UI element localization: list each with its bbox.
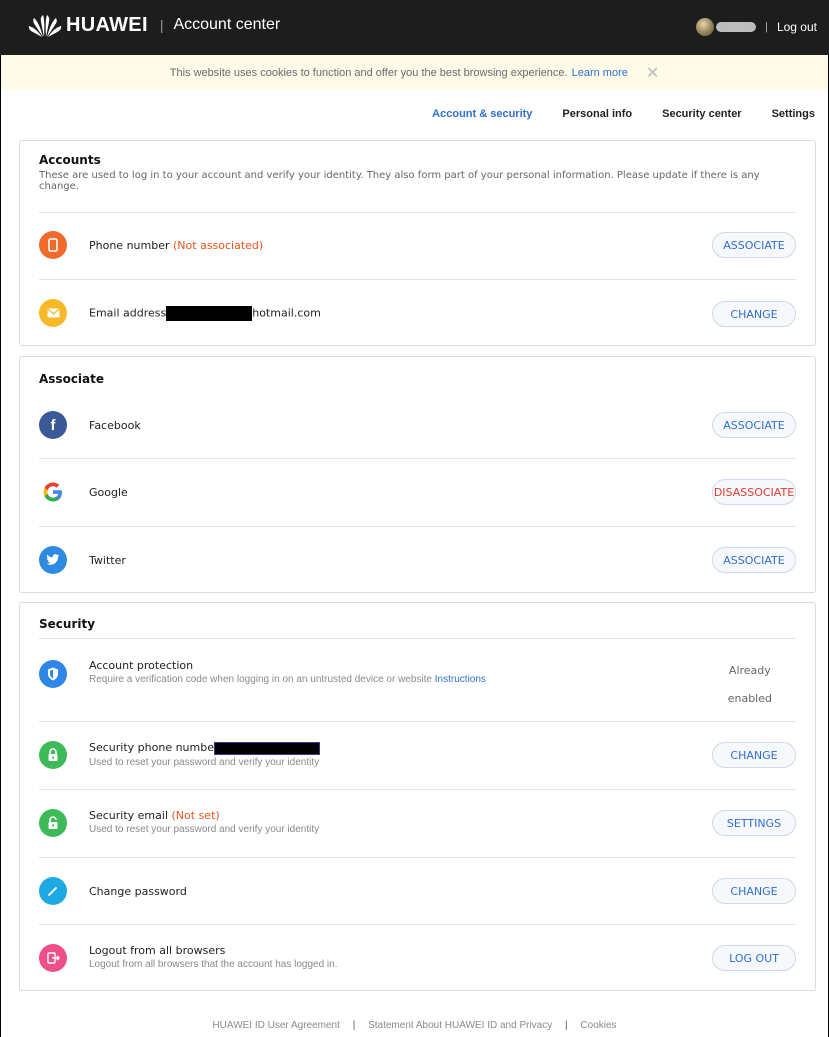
phone-associate-button[interactable]: ASSOCIATE [712, 232, 796, 258]
user-separator: | [765, 21, 768, 33]
google-label: Google [89, 486, 128, 499]
account-protection-label: Account protection [89, 659, 194, 672]
accounts-title: Accounts [39, 153, 101, 167]
footer: HUAWEI ID User Agreement | Statement Abo… [0, 1020, 829, 1031]
divider [39, 789, 796, 790]
security-phone-description: Used to reset your password and verify y… [89, 756, 320, 768]
privacy-statement-link[interactable]: Statement About HUAWEI ID and Privacy [368, 1020, 552, 1031]
tab-settings[interactable]: Settings [772, 108, 815, 120]
security-title: Security [39, 617, 96, 631]
phone-label: Phone number [89, 239, 170, 252]
email-label: Email address [89, 306, 167, 320]
cookie-text: This website uses cookies to function an… [169, 66, 568, 79]
app-title: Account center [173, 16, 281, 33]
status-line-1: Already [728, 664, 771, 677]
unlock-icon [39, 809, 67, 837]
security-email-label: Security email [89, 809, 169, 822]
lock-icon [39, 741, 67, 769]
logout-all-row: Logout from all browsers Logout from all… [39, 943, 796, 973]
google-row: Google DISASSOCIATE [39, 478, 796, 508]
instructions-link[interactable]: Instructions [435, 674, 486, 685]
twitter-associate-button[interactable]: ASSOCIATE [712, 547, 796, 573]
brand-name: HUAWEI [66, 13, 148, 36]
facebook-label: Facebook [89, 419, 141, 432]
top-bar: HUAWEI | Account center | Log out [0, 0, 829, 55]
security-phone-row: Security phone numbe Used to reset your … [39, 740, 796, 770]
learn-more-link[interactable]: Learn more [572, 67, 628, 79]
divider [39, 279, 796, 280]
account-protection-status: Already enabled [728, 657, 772, 713]
security-phone-redacted [214, 741, 320, 755]
google-icon [39, 478, 67, 506]
tab-personal-info[interactable]: Personal info [562, 108, 632, 120]
associate-card: Associate f Facebook ASSOCIATE Google DI… [19, 356, 816, 593]
tab-account-security[interactable]: Account & security [432, 108, 532, 120]
security-email-row: Security email (Not set) Used to reset y… [39, 808, 796, 838]
accounts-card: Accounts These are used to log in to you… [19, 140, 816, 346]
phone-status: (Not associated) [173, 239, 264, 252]
avatar[interactable] [696, 18, 715, 36]
logout-all-button[interactable]: LOG OUT [712, 945, 796, 971]
security-phone-change-button[interactable]: CHANGE [712, 742, 796, 768]
account-protection-description: Require a verification code when logging… [89, 674, 432, 685]
twitter-label: Twitter [89, 554, 126, 567]
email-change-button[interactable]: CHANGE [712, 301, 796, 327]
email-suffix: hotmail.com [252, 306, 321, 320]
cookies-link[interactable]: Cookies [580, 1020, 616, 1031]
facebook-row: f Facebook ASSOCIATE [39, 411, 796, 441]
google-disassociate-button[interactable]: DISASSOCIATE [712, 479, 796, 505]
footer-separator: | [565, 1020, 568, 1031]
divider [39, 458, 796, 459]
brand-separator: | [159, 17, 164, 33]
associate-title: Associate [39, 372, 105, 386]
accounts-description: These are used to log in to your account… [39, 170, 760, 192]
security-email-description: Used to reset your password and verify y… [89, 824, 320, 835]
security-card: Security Account protection Require a ve… [19, 602, 816, 991]
divider [39, 526, 796, 527]
change-password-row: Change password CHANGE [39, 876, 796, 906]
pencil-icon [39, 877, 67, 905]
cookie-notice: This website uses cookies to function an… [1, 55, 828, 90]
divider [39, 857, 796, 858]
account-protection-row: Account protection Require a verificatio… [39, 657, 796, 705]
close-icon[interactable]: ✕ [646, 63, 659, 83]
divider [39, 721, 796, 722]
twitter-row: Twitter ASSOCIATE [39, 546, 796, 576]
change-password-button[interactable]: CHANGE [712, 878, 796, 904]
logout-link[interactable]: Log out [777, 20, 817, 34]
tab-security-center[interactable]: Security center [662, 108, 741, 120]
status-line-2: enabled [727, 692, 772, 705]
security-email-settings-button[interactable]: SETTINGS [712, 810, 796, 836]
user-agreement-link[interactable]: HUAWEI ID User Agreement [212, 1020, 339, 1031]
divider [39, 638, 796, 639]
email-redacted [166, 306, 253, 321]
logout-icon [39, 944, 67, 972]
phone-icon [39, 231, 67, 259]
huawei-logo[interactable]: HUAWEI | Account center [28, 12, 280, 38]
username-redacted[interactable] [716, 22, 757, 32]
change-password-label: Change password [89, 885, 187, 898]
divider [39, 924, 796, 925]
twitter-icon [39, 546, 67, 574]
user-area: | Log out [696, 18, 817, 36]
shield-icon [39, 660, 67, 688]
facebook-associate-button[interactable]: ASSOCIATE [712, 412, 796, 438]
facebook-icon: f [39, 411, 67, 439]
divider [39, 212, 796, 213]
footer-separator: | [352, 1020, 356, 1031]
phone-row: Phone number (Not associated) ASSOCIATE [39, 231, 796, 261]
huawei-logo-icon [28, 15, 62, 37]
logout-all-description: Logout from all browsers that the accoun… [89, 959, 338, 970]
security-email-status: (Not set) [171, 809, 220, 822]
security-phone-label: Security phone numbe [89, 741, 214, 754]
logout-all-label: Logout from all browsers [89, 944, 226, 957]
email-row: Email address hotmail.com CHANGE [39, 299, 796, 329]
email-icon [39, 299, 67, 327]
nav-tabs: Account & security Personal info Securit… [402, 108, 815, 120]
